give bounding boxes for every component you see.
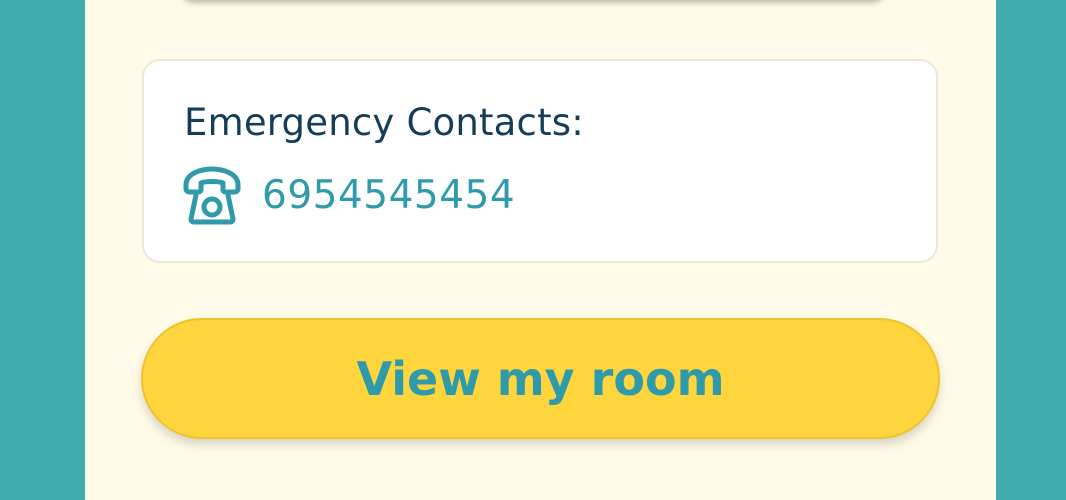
emergency-contacts-card: Emergency Contacts: 6954545454	[142, 59, 938, 263]
emergency-contacts-title: Emergency Contacts:	[184, 101, 584, 144]
view-my-room-button[interactable]: View my room	[141, 318, 940, 439]
view-my-room-label: View my room	[356, 351, 725, 406]
telephone-icon	[180, 165, 244, 225]
emergency-contact-row[interactable]: 6954545454	[180, 165, 515, 225]
emergency-phone-number[interactable]: 6954545454	[262, 173, 515, 218]
